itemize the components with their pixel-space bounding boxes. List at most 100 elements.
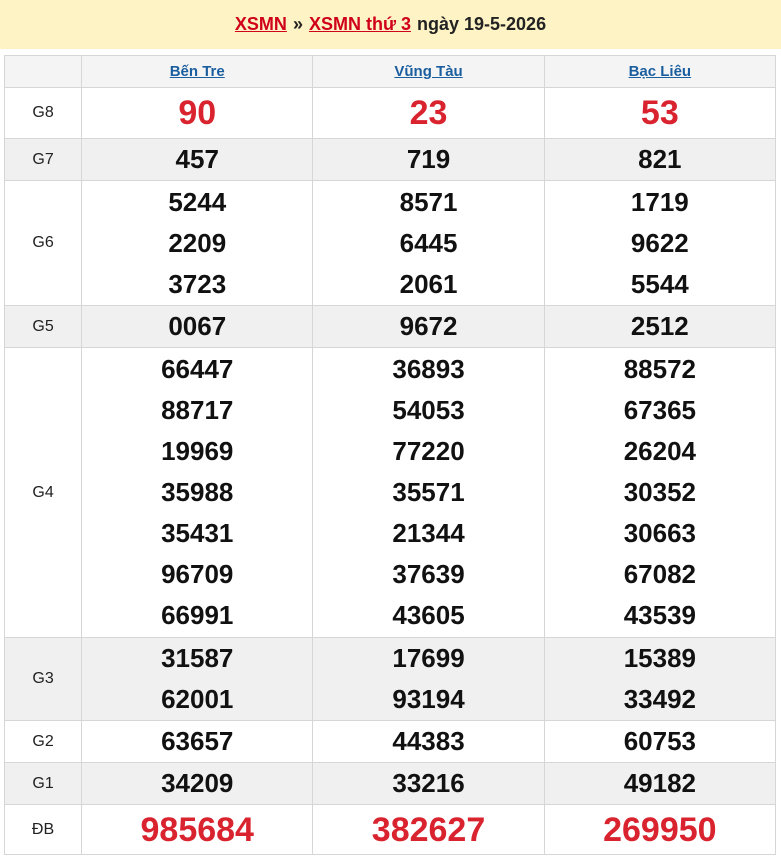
prize-number: 93194 xyxy=(392,684,465,714)
prize-cell: 88572 67365 26204 30352 30663 67082 43539 xyxy=(543,347,777,638)
prize-cell: 719 xyxy=(312,138,545,181)
prize-number: 33216 xyxy=(392,768,465,798)
prize-number: 0067 xyxy=(168,311,227,341)
prize-number: 5244 xyxy=(168,186,227,217)
corner-cell xyxy=(3,55,83,88)
prize-number: 821 xyxy=(638,144,682,174)
prize-row-g8: G8 90 23 53 xyxy=(3,87,777,139)
prize-cell: 23 xyxy=(312,87,545,139)
prize-label: G2 xyxy=(3,720,83,763)
prize-cell: 269950 xyxy=(543,804,777,855)
prize-number: 37639 xyxy=(392,559,465,589)
prize-number: 2512 xyxy=(630,311,689,341)
prize-number: 17699 xyxy=(392,643,465,673)
prize-label: G5 xyxy=(3,305,83,348)
prize-number: 43539 xyxy=(623,600,696,630)
xsmn-link[interactable]: XSMN xyxy=(235,14,287,35)
prize-number: 2061 xyxy=(399,268,458,299)
prize-number: 23 xyxy=(409,94,448,132)
prize-number: 31587 xyxy=(161,643,234,673)
prize-cell: 49182 xyxy=(543,762,777,805)
prize-row-g2: G2 63657 44383 60753 xyxy=(3,720,777,763)
draw-date: ngày 19-5-2026 xyxy=(417,14,547,34)
prize-number: 21344 xyxy=(392,518,465,548)
prize-number: 36893 xyxy=(392,354,465,384)
prize-row-g3: G3 31587 62001 17699 93194 15389 33492 xyxy=(3,637,777,721)
prize-cell: 0067 xyxy=(81,305,314,348)
prize-label: ĐB xyxy=(3,804,83,855)
prize-label: G3 xyxy=(3,637,83,721)
prize-number: 382627 xyxy=(371,810,486,849)
prize-number: 49182 xyxy=(623,768,696,798)
prize-number: 1719 xyxy=(630,186,689,217)
prize-label: G6 xyxy=(3,180,83,306)
prize-number: 35571 xyxy=(392,477,465,507)
prize-row-g7: G7 457 719 821 xyxy=(3,138,777,181)
prize-number: 9672 xyxy=(399,311,458,341)
prize-cell: 821 xyxy=(543,138,777,181)
prize-cell: 1719 9622 5544 xyxy=(543,180,777,306)
prize-cell: 90 xyxy=(81,87,314,139)
prize-row-g4: G4 66447 88717 19969 35988 35431 96709 66991 368… xyxy=(3,347,777,638)
prize-row-gdb: ĐB 985684 382627 269950 xyxy=(3,804,777,855)
prize-cell: 66447 88717 19969 35988 35431 96709 66991 xyxy=(81,347,314,638)
prize-number: 2209 xyxy=(168,227,227,258)
prize-cell: 53 xyxy=(543,87,777,139)
prize-row-g5: G5 0067 9672 2512 xyxy=(3,305,777,348)
prize-number: 985684 xyxy=(140,810,254,849)
prize-cell: 2512 xyxy=(543,305,777,348)
prize-cell: 9672 xyxy=(312,305,545,348)
prize-cell: 36893 54053 77220 35571 21344 37639 43605 xyxy=(312,347,545,638)
xsmn-thu3-link[interactable]: XSMN thứ 3 xyxy=(309,14,411,35)
prize-number: 67365 xyxy=(623,395,696,425)
prize-cell: 60753 xyxy=(543,720,777,763)
prize-number: 35988 xyxy=(161,477,234,507)
prize-cell: 985684 xyxy=(81,804,314,855)
prize-number: 34209 xyxy=(161,768,234,798)
province-link-vung-tau[interactable]: Vũng Tàu xyxy=(394,63,462,80)
prize-number: 43605 xyxy=(392,600,465,630)
prize-number: 53 xyxy=(640,94,679,132)
prize-number: 77220 xyxy=(392,436,465,466)
prize-cell: 15389 33492 xyxy=(543,637,777,721)
prize-cell: 5244 2209 3723 xyxy=(81,180,314,306)
prize-number: 88717 xyxy=(161,395,234,425)
prize-label: G4 xyxy=(3,347,83,638)
province-header-row: Bến Tre Vũng Tàu Bạc Liêu xyxy=(3,55,777,88)
prize-number: 30663 xyxy=(623,518,696,548)
prize-cell: 33216 xyxy=(312,762,545,805)
prize-cell: 457 xyxy=(81,138,314,181)
province-link-bac-lieu[interactable]: Bạc Liêu xyxy=(629,63,692,80)
prize-number: 44383 xyxy=(392,726,465,756)
prize-number: 90 xyxy=(178,94,217,132)
prize-cell: 44383 xyxy=(312,720,545,763)
prize-number: 3723 xyxy=(168,268,227,299)
prize-number: 9622 xyxy=(630,227,689,258)
prize-number: 26204 xyxy=(623,436,696,466)
page-header: XSMN » XSMN thứ 3 ngày 19-5-2026 xyxy=(0,0,781,49)
prize-number: 60753 xyxy=(623,726,696,756)
prize-cell: 382627 xyxy=(312,804,545,855)
prize-number: 88572 xyxy=(623,354,696,384)
prize-number: 269950 xyxy=(603,810,717,849)
breadcrumb-separator: » xyxy=(292,14,303,34)
prize-number: 66991 xyxy=(161,600,234,630)
prize-cell: 63657 xyxy=(81,720,314,763)
prize-number: 457 xyxy=(175,144,219,174)
prize-number: 67082 xyxy=(623,559,696,589)
prize-row-g6: G6 5244 2209 3723 8571 6445 2061 1719 9622 5544 xyxy=(3,180,777,306)
prize-number: 719 xyxy=(406,144,451,174)
results-table: Bến Tre Vũng Tàu Bạc Liêu G8 90 23 53 G7 457 7… xyxy=(3,55,777,855)
prize-number: 8571 xyxy=(399,186,458,217)
prize-label: G8 xyxy=(3,87,83,139)
prize-number: 33492 xyxy=(623,684,696,714)
prize-number: 62001 xyxy=(161,684,234,714)
prize-number: 15389 xyxy=(623,643,696,673)
prize-number: 6445 xyxy=(399,227,458,258)
prize-number: 30352 xyxy=(623,477,696,507)
province-link-ben-tre[interactable]: Bến Tre xyxy=(170,63,225,80)
prize-number: 54053 xyxy=(392,395,465,425)
prize-row-g1: G1 34209 33216 49182 xyxy=(3,762,777,805)
prize-number: 19969 xyxy=(161,436,234,466)
prize-label: G7 xyxy=(3,138,83,181)
